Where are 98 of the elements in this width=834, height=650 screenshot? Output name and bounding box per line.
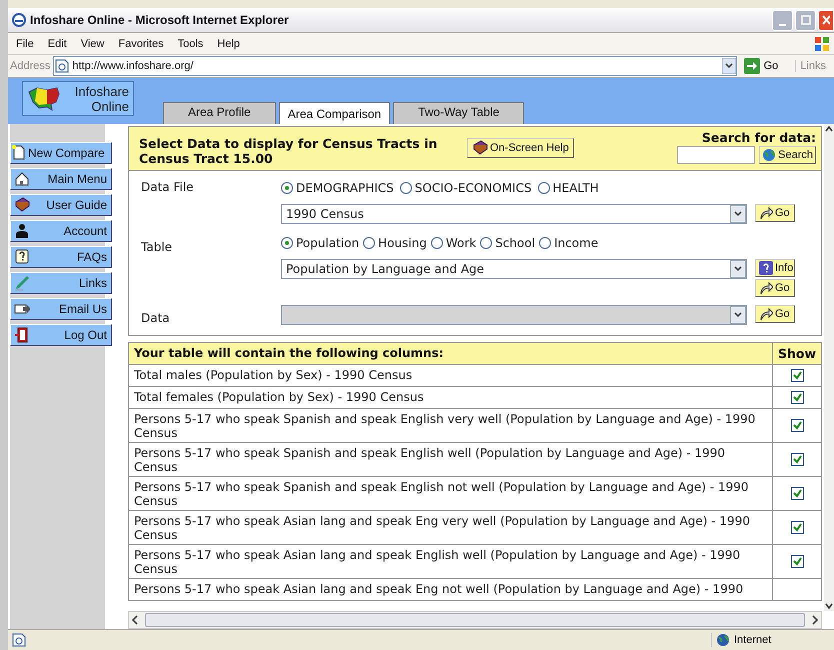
table-cell: Total males (Population by Sex) - 1990 Census	[129, 365, 773, 386]
pen-icon	[14, 275, 30, 291]
globe-icon	[762, 148, 776, 162]
curved-arrow-icon	[759, 206, 773, 220]
maximize-icon	[800, 15, 810, 25]
check-icon	[792, 421, 802, 430]
table-cell: Persons 5-17 who speak Asian lang and speak Eng very well (Population by Language and Age) - 1990 Census	[129, 511, 773, 544]
form-heading: Select Data to display for Census Tracts in Census Tract 15.00	[139, 135, 438, 166]
radio-option[interactable]: SOCIO-ECONOMICS	[400, 180, 532, 194]
checkbox[interactable]	[790, 391, 804, 404]
page-icon	[12, 633, 26, 647]
search-button[interactable]: Search	[759, 146, 816, 164]
go-button[interactable]: Go	[755, 279, 795, 297]
address-field[interactable]: http://www.infoshare.org/	[53, 56, 737, 76]
select-field[interactable]: Population by Language and Age	[281, 259, 747, 279]
check-icon	[792, 393, 802, 402]
field-label: Table	[140, 239, 174, 256]
door-icon	[14, 327, 30, 343]
menu-item[interactable]: Edit	[48, 38, 67, 50]
site-logo[interactable]: Infoshare Online	[22, 81, 134, 116]
radio-option[interactable]: Population	[281, 236, 360, 250]
checkbox[interactable]	[790, 369, 804, 382]
tab[interactable]: Area Comparison	[278, 102, 390, 124]
map-icon	[27, 86, 61, 112]
curved-arrow-icon	[759, 281, 773, 295]
menu-item[interactable]: Tools	[178, 38, 204, 50]
table-cell: Persons 5-17 who speak Spanish and speak English not well (Population by Language and Age) - 1990 Census	[129, 477, 773, 510]
checkbox[interactable]	[790, 555, 804, 568]
checkbox[interactable]	[790, 487, 804, 500]
menu-item[interactable]: Favorites	[118, 38, 164, 50]
sidebar-button[interactable]: FAQs	[10, 246, 112, 268]
menu-item[interactable]: File	[16, 38, 34, 50]
select-field[interactable]: 1990 Census	[281, 204, 747, 224]
sidebar-button[interactable]: Main Menu	[10, 168, 112, 190]
horizontal-scrollbar[interactable]	[128, 611, 822, 629]
curved-arrow-icon	[759, 307, 773, 321]
field-label: Data	[140, 310, 171, 325]
check-icon	[792, 455, 802, 464]
person-icon	[14, 223, 30, 239]
table-header: Your table will contain the following columns:	[129, 343, 773, 364]
table-cell: Persons 5-17 who speak Asian lang and speak Eng not well (Population by Language and Age) - 1990	[129, 579, 773, 600]
radio-option[interactable]: Work	[430, 236, 476, 250]
field-label: Data File	[140, 179, 195, 196]
sidebar-button[interactable]: Account	[10, 220, 112, 242]
window-title: Infoshare Online - Microsoft Internet Explorer	[30, 13, 290, 27]
question-icon	[14, 249, 30, 265]
radio-option[interactable]: Housing	[363, 236, 427, 250]
scroll-down-icon	[824, 601, 834, 611]
globe-icon	[716, 633, 730, 647]
radio-option[interactable]: School	[480, 236, 536, 250]
check-icon	[792, 371, 802, 380]
sidebar-button[interactable]: Email Us	[10, 298, 112, 320]
close-button[interactable]	[818, 10, 834, 30]
tab[interactable]: Area Profile	[163, 102, 276, 124]
page-icon	[55, 59, 70, 73]
house-icon	[14, 171, 30, 187]
checkbox[interactable]	[790, 453, 804, 466]
table-cell: Total females (Population by Sex) - 1990 Census	[129, 387, 773, 408]
go-button[interactable]: Go	[755, 204, 795, 222]
checkbox[interactable]	[790, 521, 804, 534]
go-button[interactable]: Go	[740, 58, 792, 74]
radio-option[interactable]: HEALTH	[538, 180, 599, 194]
address-label: Address	[10, 60, 50, 72]
browser-icon	[12, 13, 26, 27]
vertical-scrollbar[interactable]	[824, 124, 834, 611]
minimize-icon	[779, 24, 786, 26]
search-field[interactable]	[677, 146, 756, 164]
sidebar-button[interactable]: User Guide	[10, 194, 112, 216]
table-header: Show	[776, 345, 818, 363]
check-icon	[792, 557, 802, 566]
tab[interactable]: Two-Way Table	[393, 102, 524, 124]
scroll-up-icon	[824, 124, 834, 134]
arrow-right-icon	[744, 58, 760, 74]
status-zone: Internet	[734, 634, 772, 646]
windows-flag-icon	[814, 36, 830, 52]
menu-item[interactable]: Help	[217, 38, 240, 50]
sidebar-button[interactable]: Log Out	[10, 324, 112, 346]
close-icon	[822, 15, 830, 25]
dropdown-arrow-icon[interactable]	[722, 58, 736, 74]
check-icon	[792, 523, 802, 532]
radio-option[interactable]: DEMOGRAPHICS	[281, 180, 394, 194]
search-label: Search for data:	[702, 130, 816, 145]
checkbox[interactable]	[790, 419, 804, 432]
table-cell: Persons 5-17 who speak Spanish and speak English well (Population by Language and Age) - 1990 Census	[129, 443, 773, 476]
check-icon	[792, 489, 802, 498]
radio-option[interactable]: Income	[539, 236, 598, 250]
on-screen-help-button[interactable]: On-Screen Help	[467, 138, 574, 158]
sidebar-button[interactable]: Links	[10, 272, 112, 294]
logo-text: Infoshare	[74, 84, 129, 98]
table-cell: Persons 5-17 who speak Spanish and speak English very well (Population by Language and Age) - 1990 Census	[129, 409, 773, 442]
address-text: http://www.infoshare.org/	[72, 60, 194, 72]
table-cell: Persons 5-17 who speak Asian lang and speak English well (Population by Language and Age) - 1990 Census	[129, 545, 773, 578]
info-button[interactable]: Info	[755, 259, 795, 277]
sidebar-button[interactable]: New Compare	[10, 142, 112, 164]
menu-item[interactable]: View	[80, 38, 104, 50]
logo-text: Online	[91, 98, 129, 114]
question-icon	[759, 261, 773, 275]
go-button[interactable]: Go	[755, 305, 795, 323]
